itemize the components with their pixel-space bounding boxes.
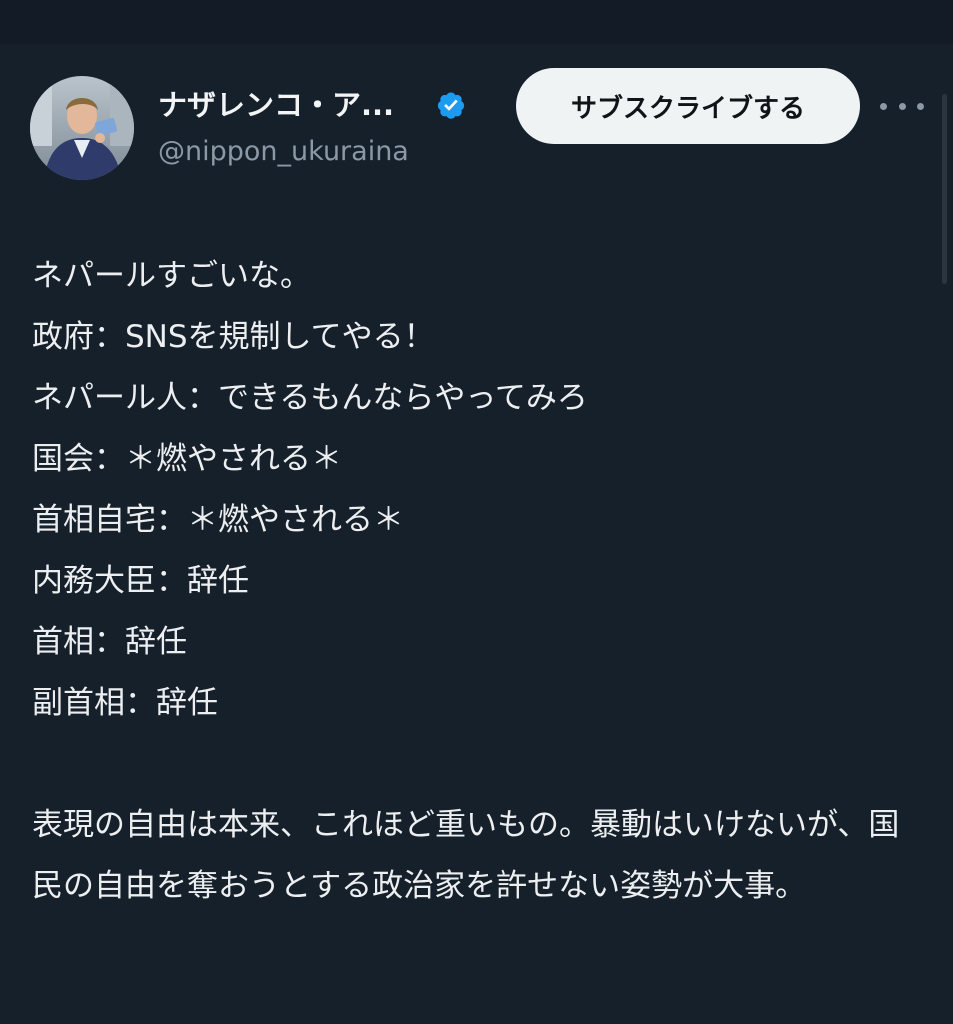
tweet-line: 国会：＊燃やされる＊ <box>32 441 342 477</box>
scrollbar[interactable] <box>942 94 947 284</box>
tweet-text: ネパールすごいな。 政府：SNSを規制してやる！ ネパール人：できるもんならやっ… <box>32 246 922 917</box>
tweet-line: 政府：SNSを規制してやる！ <box>32 319 435 355</box>
tweet-card: ナザレンコ・ア... @nippon_ukuraina サブスクライブする ネパ… <box>0 44 953 1024</box>
more-horizontal-icon[interactable] <box>880 94 924 118</box>
tweet-line: 首相自宅：＊燃やされる＊ <box>32 502 404 538</box>
tweet-line: 首相：辞任 <box>32 624 187 660</box>
avatar[interactable] <box>30 76 134 180</box>
avatar-image <box>30 76 134 180</box>
user-handle[interactable]: @nippon_ukuraina <box>158 134 409 170</box>
display-name[interactable]: ナザレンコ・ア... <box>158 86 394 124</box>
tweet-line: ネパールすごいな。 <box>32 258 311 294</box>
tweet-closing-paragraph: 表現の自由は本来、これほど重いもの。暴動はいけないが、国民の自由を奪おうとする政… <box>32 807 900 904</box>
more-dot <box>917 102 924 110</box>
more-dot <box>880 102 887 110</box>
subscribe-button[interactable]: サブスクライブする <box>516 68 860 144</box>
tweet-line: ネパール人：できるもんならやってみろ <box>32 380 588 416</box>
tweet-line: 副首相：辞任 <box>32 685 218 721</box>
top-strip <box>0 0 953 44</box>
verified-badge-icon <box>437 92 465 119</box>
tweet-line: 内務大臣：辞任 <box>32 563 249 599</box>
more-dot <box>898 102 906 110</box>
